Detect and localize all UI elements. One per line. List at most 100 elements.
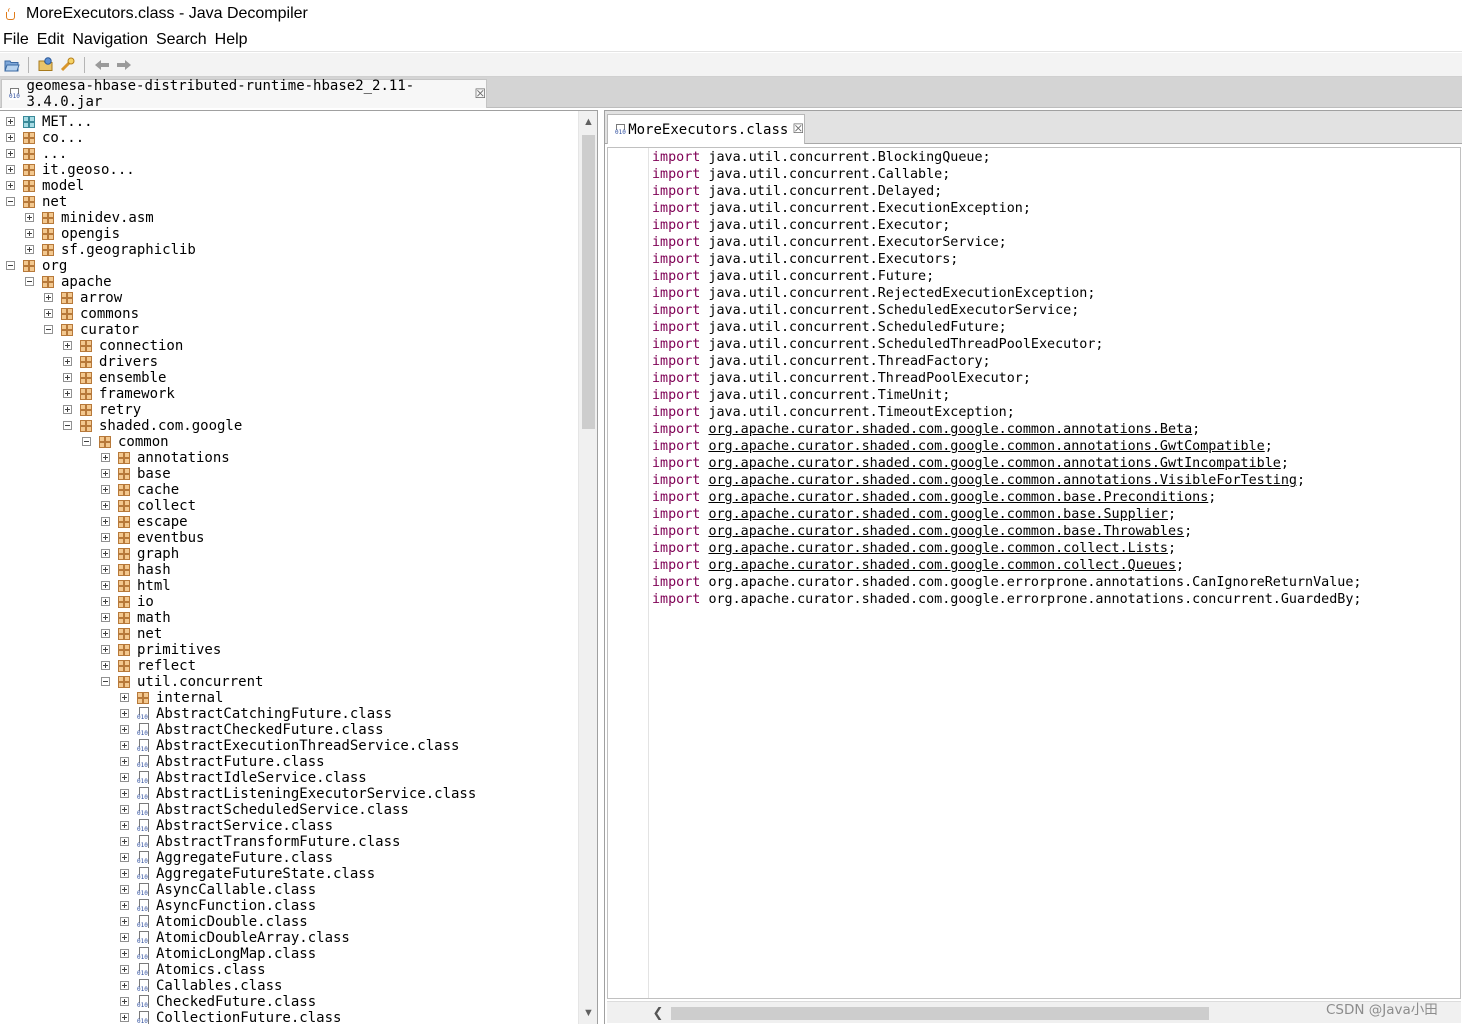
tree-package-item[interactable]: apache	[0, 274, 578, 290]
scroll-left-arrow-icon[interactable]: ❮	[651, 1004, 665, 1022]
expand-toggle-icon[interactable]	[101, 581, 110, 590]
tree-class-item[interactable]: 010 AtomicLongMap.class	[0, 946, 578, 962]
tree-class-item[interactable]: 010 AbstractCheckedFuture.class	[0, 722, 578, 738]
import-link[interactable]: org.apache.curator.shaded.com.google.com…	[708, 473, 1297, 488]
tree-package-item[interactable]: co...	[0, 130, 578, 146]
expand-toggle-icon[interactable]	[120, 869, 129, 878]
tree-package-item[interactable]: eventbus	[0, 530, 578, 546]
expand-toggle-icon[interactable]	[120, 997, 129, 1006]
tree-package-item[interactable]: it.geoso...	[0, 162, 578, 178]
expand-toggle-icon[interactable]	[6, 165, 15, 174]
expand-toggle-icon[interactable]	[63, 389, 72, 398]
tree-package-item[interactable]: opengis	[0, 226, 578, 242]
tree-package-item[interactable]: cache	[0, 482, 578, 498]
expand-toggle-icon[interactable]	[101, 501, 110, 510]
tree-class-item[interactable]: 010 CheckedFuture.class	[0, 994, 578, 1010]
expand-toggle-icon[interactable]	[101, 613, 110, 622]
tree-package-item[interactable]: math	[0, 610, 578, 626]
tree-class-item[interactable]: 010 AggregateFutureState.class	[0, 866, 578, 882]
expand-toggle-icon[interactable]	[120, 693, 129, 702]
tree-package-item[interactable]: html	[0, 578, 578, 594]
expand-toggle-icon[interactable]	[120, 741, 129, 750]
tree-class-item[interactable]: 010 AtomicDouble.class	[0, 914, 578, 930]
tree-package-item[interactable]: common	[0, 434, 578, 450]
tree-class-item[interactable]: 010 CollectionFuture.class	[0, 1010, 578, 1024]
import-link[interactable]: org.apache.curator.shaded.com.google.com…	[708, 507, 1168, 522]
tree-package-item[interactable]: curator	[0, 322, 578, 338]
expand-toggle-icon[interactable]	[101, 469, 110, 478]
tree-package-item[interactable]: graph	[0, 546, 578, 562]
source-code-view[interactable]: import java.util.concurrent.BlockingQueu…	[607, 147, 1461, 999]
back-button[interactable]	[92, 55, 112, 75]
expand-toggle-icon[interactable]	[101, 517, 110, 526]
tree-package-item[interactable]: base	[0, 466, 578, 482]
import-link[interactable]: org.apache.curator.shaded.com.google.com…	[708, 558, 1176, 573]
expand-toggle-icon[interactable]	[63, 357, 72, 366]
expand-toggle-icon[interactable]	[6, 117, 15, 126]
expand-toggle-icon[interactable]	[101, 645, 110, 654]
expand-toggle-icon[interactable]	[101, 629, 110, 638]
expand-toggle-icon[interactable]	[63, 341, 72, 350]
expand-toggle-icon[interactable]	[101, 485, 110, 494]
import-link[interactable]: org.apache.curator.shaded.com.google.com…	[708, 490, 1208, 505]
tree-class-item[interactable]: 010 Callables.class	[0, 978, 578, 994]
tree-class-item[interactable]: 010 Atomics.class	[0, 962, 578, 978]
tree-package-item[interactable]: retry	[0, 402, 578, 418]
tree-package-item[interactable]: sf.geographiclib	[0, 242, 578, 258]
collapse-toggle-icon[interactable]	[63, 421, 72, 430]
collapse-toggle-icon[interactable]	[101, 677, 110, 686]
tree-package-item[interactable]: drivers	[0, 354, 578, 370]
tree-package-item[interactable]: reflect	[0, 658, 578, 674]
import-link[interactable]: org.apache.curator.shaded.com.google.com…	[708, 422, 1192, 437]
expand-toggle-icon[interactable]	[120, 773, 129, 782]
tree-package-item[interactable]: minidev.asm	[0, 210, 578, 226]
expand-toggle-icon[interactable]	[25, 245, 34, 254]
tree-vertical-scrollbar[interactable]: ▲ ▼	[578, 111, 597, 1024]
expand-toggle-icon[interactable]	[120, 805, 129, 814]
expand-toggle-icon[interactable]	[120, 821, 129, 830]
collapse-toggle-icon[interactable]	[82, 437, 91, 446]
expand-toggle-icon[interactable]	[120, 1013, 129, 1022]
expand-toggle-icon[interactable]	[25, 213, 34, 222]
tree-class-item[interactable]: 010 AbstractFuture.class	[0, 754, 578, 770]
expand-toggle-icon[interactable]	[120, 837, 129, 846]
tree-package-item[interactable]: connection	[0, 338, 578, 354]
tree-class-item[interactable]: 010 AsyncFunction.class	[0, 898, 578, 914]
archive-tab[interactable]: 010 geomesa-hbase-distributed-runtime-hb…	[1, 78, 487, 110]
open-file-button[interactable]	[2, 55, 22, 75]
menu-search[interactable]: Search	[153, 31, 210, 49]
tree-package-item[interactable]: net	[0, 194, 578, 210]
import-link[interactable]: org.apache.curator.shaded.com.google.com…	[708, 524, 1184, 539]
import-link[interactable]: org.apache.curator.shaded.com.google.com…	[708, 439, 1264, 454]
expand-toggle-icon[interactable]	[101, 453, 110, 462]
tree-package-item[interactable]: MET...	[0, 114, 578, 130]
tree-package-item[interactable]: org	[0, 258, 578, 274]
expand-toggle-icon[interactable]	[6, 133, 15, 142]
tree-class-item[interactable]: 010 AbstractExecutionThreadService.class	[0, 738, 578, 754]
tree-class-item[interactable]: 010 AbstractListeningExecutorService.clas…	[0, 786, 578, 802]
tree-class-item[interactable]: 010 AsyncCallable.class	[0, 882, 578, 898]
expand-toggle-icon[interactable]	[101, 549, 110, 558]
expand-toggle-icon[interactable]	[6, 181, 15, 190]
collapse-toggle-icon[interactable]	[6, 261, 15, 270]
tree-package-item[interactable]: internal	[0, 690, 578, 706]
expand-toggle-icon[interactable]	[44, 293, 53, 302]
tree-scroll-thumb[interactable]	[582, 135, 595, 429]
expand-toggle-icon[interactable]	[101, 565, 110, 574]
expand-toggle-icon[interactable]	[120, 901, 129, 910]
tree-package-item[interactable]: ...	[0, 146, 578, 162]
expand-toggle-icon[interactable]	[120, 917, 129, 926]
tree-package-item[interactable]: framework	[0, 386, 578, 402]
tree-package-item[interactable]: ensemble	[0, 370, 578, 386]
collapse-toggle-icon[interactable]	[44, 325, 53, 334]
tree-package-item[interactable]: annotations	[0, 450, 578, 466]
expand-toggle-icon[interactable]	[120, 965, 129, 974]
tree-package-item[interactable]: primitives	[0, 642, 578, 658]
open-type-button[interactable]	[36, 55, 56, 75]
scroll-up-arrow-icon[interactable]: ▲	[579, 113, 597, 130]
tree-package-item[interactable]: collect	[0, 498, 578, 514]
collapse-toggle-icon[interactable]	[6, 197, 15, 206]
tree-package-item[interactable]: shaded.com.google	[0, 418, 578, 434]
expand-toggle-icon[interactable]	[6, 149, 15, 158]
tree-class-item[interactable]: 010 AtomicDoubleArray.class	[0, 930, 578, 946]
